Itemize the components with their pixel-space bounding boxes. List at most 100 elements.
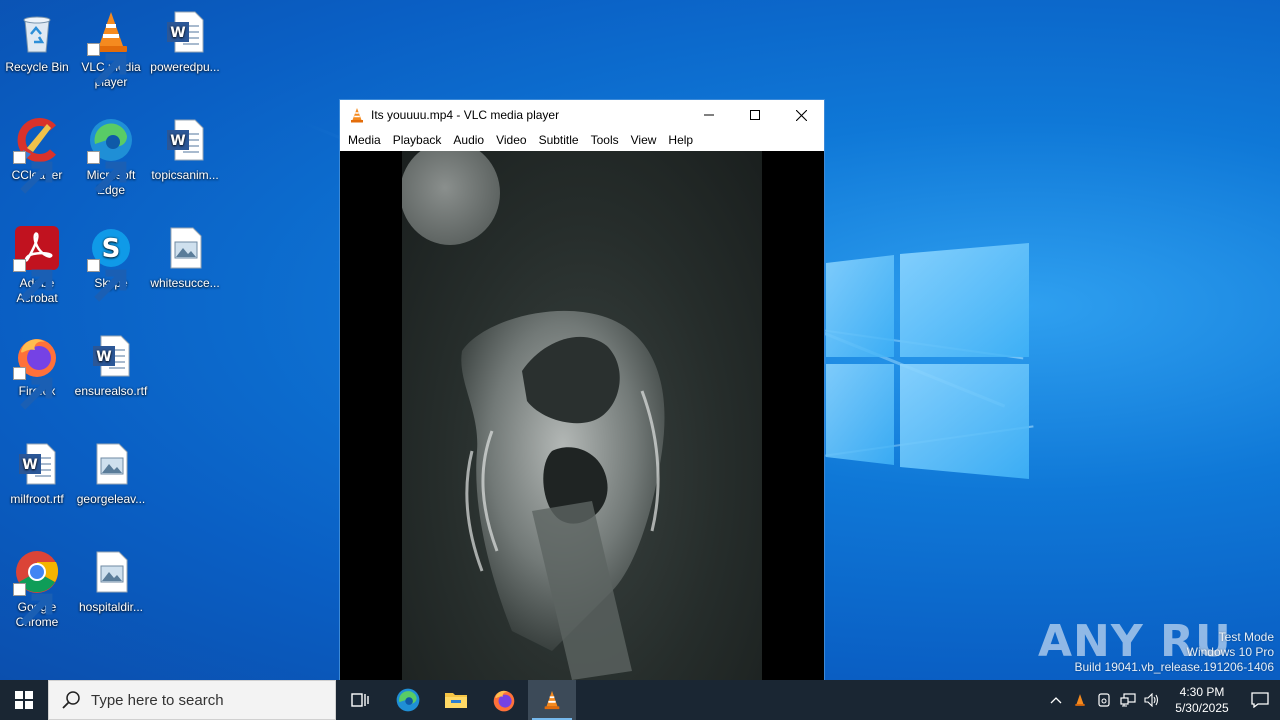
vlc-window[interactable]: Its youuuu.mp4 - VLC media player Media … bbox=[339, 99, 825, 680]
desktop-icon-whitesucce[interactable]: whitesucce... bbox=[148, 218, 222, 291]
tray-vlc[interactable] bbox=[1068, 680, 1092, 720]
svg-text:W: W bbox=[170, 133, 185, 149]
network-icon bbox=[1120, 693, 1136, 707]
menu-help[interactable]: Help bbox=[662, 133, 699, 147]
vlc-icon bbox=[351, 108, 363, 123]
watermark-line: Windows 10 Pro bbox=[1186, 645, 1274, 659]
task-view-icon bbox=[351, 693, 369, 707]
desktop-icon-label: topicsanim... bbox=[151, 168, 219, 182]
image-file-icon bbox=[96, 443, 128, 485]
notification-center-button[interactable] bbox=[1240, 680, 1280, 720]
chevron-up-icon bbox=[1050, 697, 1062, 704]
minimize-icon bbox=[704, 114, 714, 116]
clock-date: 5/30/2025 bbox=[1175, 701, 1229, 715]
tray-overflow-button[interactable] bbox=[1044, 680, 1068, 720]
desktop-icon-recycle-bin[interactable]: Recycle Bin bbox=[0, 2, 74, 75]
tray-network[interactable] bbox=[1116, 680, 1140, 720]
word-doc-icon: W bbox=[167, 119, 204, 161]
desktop-icon-topicsanim[interactable]: W topicsanim... bbox=[148, 110, 222, 183]
taskbar: Type here to search 4:30 PM 5/30/2025 bbox=[0, 680, 1280, 720]
taskbar-clock[interactable]: 4:30 PM 5/30/2025 bbox=[1164, 684, 1240, 716]
desktop-icon-ensurealso[interactable]: W ensurealso.rtf bbox=[74, 326, 148, 399]
system-tray: 4:30 PM 5/30/2025 bbox=[1044, 680, 1280, 720]
desktop-icon-edge[interactable]: Microsoft Edge bbox=[74, 110, 148, 198]
shortcut-arrow-icon bbox=[87, 43, 127, 86]
desktop-icon-vlc[interactable]: VLC media player bbox=[74, 2, 148, 90]
shortcut-arrow-icon bbox=[13, 259, 53, 302]
menu-subtitle[interactable]: Subtitle bbox=[533, 133, 585, 147]
menu-media[interactable]: Media bbox=[342, 133, 387, 147]
word-doc-icon: W bbox=[19, 443, 56, 485]
taskbar-firefox[interactable] bbox=[480, 680, 528, 720]
edge-icon bbox=[396, 688, 420, 712]
windows-start-icon bbox=[15, 691, 33, 709]
desktop-icon-chrome[interactable]: Google Chrome bbox=[0, 542, 74, 630]
video-frame bbox=[400, 151, 762, 680]
shortcut-arrow-icon bbox=[87, 259, 127, 302]
desktop-icon-acrobat[interactable]: Adobe Acrobat bbox=[0, 218, 74, 306]
minimize-button[interactable] bbox=[686, 100, 732, 130]
desktop-icon-firefox[interactable]: Firefox bbox=[0, 326, 74, 410]
recycle-bin-icon bbox=[23, 16, 51, 53]
shortcut-arrow-icon bbox=[13, 151, 53, 194]
shortcut-arrow-icon bbox=[13, 583, 53, 626]
windows-wallpaper-logo bbox=[826, 243, 1029, 479]
menu-video[interactable]: Video bbox=[490, 133, 532, 147]
firefox-icon bbox=[493, 690, 515, 712]
taskbar-task-view[interactable] bbox=[336, 680, 384, 720]
image-file-icon bbox=[170, 227, 202, 269]
taskbar-file-explorer[interactable] bbox=[432, 680, 480, 720]
desktop-icon-label: ensurealso.rtf bbox=[74, 384, 148, 398]
menu-view[interactable]: View bbox=[625, 133, 663, 147]
image-file-icon bbox=[96, 551, 128, 593]
desktop-icon-label: milfroot.rtf bbox=[10, 492, 64, 506]
taskbar-edge[interactable] bbox=[384, 680, 432, 720]
word-doc-icon: W bbox=[167, 11, 204, 53]
start-button[interactable] bbox=[0, 680, 48, 720]
vlc-titlebar[interactable]: Its youuuu.mp4 - VLC media player bbox=[340, 100, 824, 130]
desktop-icon-ccleaner[interactable]: CCleaner bbox=[0, 110, 74, 194]
search-icon bbox=[62, 691, 80, 709]
word-doc-icon: W bbox=[93, 335, 130, 377]
file-explorer-icon bbox=[445, 693, 467, 708]
clock-time: 4:30 PM bbox=[1179, 685, 1225, 699]
search-placeholder: Type here to search bbox=[91, 691, 224, 709]
desktop-icon-poweredpu[interactable]: W poweredpu... bbox=[148, 2, 222, 75]
video-area[interactable] bbox=[340, 151, 824, 680]
menu-audio[interactable]: Audio bbox=[447, 133, 490, 147]
notification-icon bbox=[1251, 692, 1269, 708]
test-mode-watermark: Test Mode Windows 10 Pro Build 19041.vb_… bbox=[1075, 630, 1275, 675]
desktop-icon-georgeleav[interactable]: georgeleav... bbox=[74, 434, 148, 507]
desktop-icon-skype[interactable]: S Skype bbox=[74, 218, 148, 302]
close-icon bbox=[795, 109, 807, 121]
video-content bbox=[400, 151, 665, 680]
vlc-icon bbox=[544, 690, 560, 710]
desktop-icon-hospitaldir[interactable]: hospitaldir... bbox=[74, 542, 148, 615]
desktop: Recycle Bin VLC media player W poweredpu… bbox=[0, 0, 1280, 680]
tray-device[interactable] bbox=[1092, 680, 1116, 720]
watermark-line: Build 19041.vb_release.191206-1406 bbox=[1074, 660, 1275, 674]
maximize-icon bbox=[750, 110, 760, 120]
tray-volume[interactable] bbox=[1140, 680, 1164, 720]
desktop-icon-label: hospitaldir... bbox=[78, 600, 144, 614]
menu-tools[interactable]: Tools bbox=[585, 133, 625, 147]
svg-text:W: W bbox=[170, 25, 185, 41]
vlc-icon bbox=[1075, 694, 1085, 706]
close-button[interactable] bbox=[778, 100, 824, 130]
desktop-icon-milfroot[interactable]: W milfroot.rtf bbox=[0, 434, 74, 507]
vlc-window-title: Its youuuu.mp4 - VLC media player bbox=[371, 108, 560, 122]
vlc-menubar: Media Playback Audio Video Subtitle Tool… bbox=[340, 130, 824, 150]
shortcut-arrow-icon bbox=[13, 367, 53, 410]
maximize-button[interactable] bbox=[732, 100, 778, 130]
taskbar-vlc[interactable] bbox=[528, 680, 576, 720]
svg-text:W: W bbox=[96, 349, 111, 365]
shortcut-arrow-icon bbox=[87, 151, 127, 194]
svg-text:W: W bbox=[22, 457, 37, 473]
watermark-line: Test Mode bbox=[1218, 630, 1274, 644]
volume-icon bbox=[1144, 693, 1159, 707]
device-icon bbox=[1098, 693, 1110, 707]
taskbar-search-box[interactable]: Type here to search bbox=[48, 680, 336, 720]
menu-playback[interactable]: Playback bbox=[387, 133, 448, 147]
desktop-icon-label: Recycle Bin bbox=[5, 60, 69, 74]
desktop-icon-label: georgeleav... bbox=[76, 492, 146, 506]
